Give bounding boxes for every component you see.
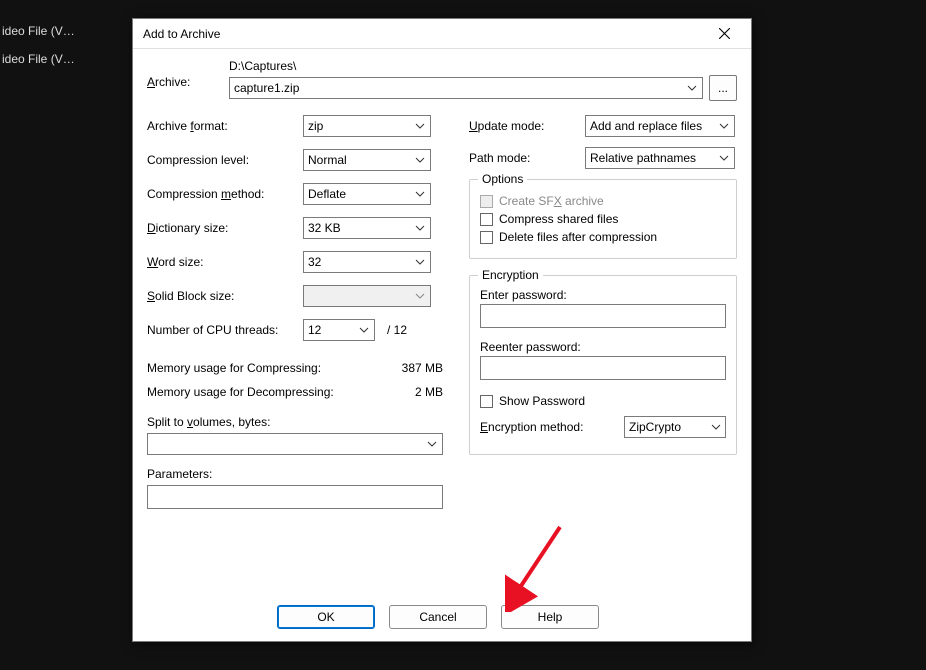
options-legend: Options <box>478 172 527 186</box>
chevron-down-icon <box>716 149 732 167</box>
chevron-down-icon <box>412 117 428 135</box>
archive-filename-input[interactable]: capture1.zip <box>229 77 703 99</box>
chevron-down-icon <box>424 435 440 453</box>
dialog-title: Add to Archive <box>143 27 705 41</box>
cpu-threads-label: Number of CPU threads: <box>147 323 303 337</box>
show-password-label: Show Password <box>499 394 585 408</box>
chevron-down-icon <box>412 151 428 169</box>
update-mode-label: Update mode: <box>469 119 585 133</box>
file-name: ideo File (V… <box>0 24 120 38</box>
cancel-button[interactable]: Cancel <box>389 605 487 629</box>
reenter-password-label: Reenter password: <box>480 340 726 354</box>
enter-password-input[interactable] <box>480 304 726 328</box>
compress-shared-label: Compress shared files <box>499 212 618 226</box>
encryption-method-select[interactable]: ZipCrypto <box>624 416 726 438</box>
cpu-threads-select[interactable]: 12 <box>303 319 375 341</box>
archive-label: Archive: <box>147 59 229 89</box>
compression-level-select[interactable]: Normal <box>303 149 431 171</box>
split-volumes-input[interactable] <box>147 433 443 455</box>
titlebar: Add to Archive <box>133 19 751 49</box>
word-size-label: Word size: <box>147 255 303 269</box>
mem-compress-value: 387 MB <box>402 361 443 375</box>
enter-password-label: Enter password: <box>480 288 726 302</box>
compress-shared-checkbox[interactable] <box>480 213 493 226</box>
word-size-select[interactable]: 32 <box>303 251 431 273</box>
chevron-down-icon <box>412 253 428 271</box>
chevron-down-icon <box>412 219 428 237</box>
reenter-password-input[interactable] <box>480 356 726 380</box>
chevron-down-icon <box>412 287 428 305</box>
compression-method-label: Compression method: <box>147 187 303 201</box>
delete-after-checkbox[interactable] <box>480 231 493 244</box>
chevron-down-icon <box>356 321 372 339</box>
mem-decompress-label: Memory usage for Decompressing: <box>147 385 334 399</box>
chevron-down-icon <box>684 79 700 97</box>
sfx-checkbox <box>480 195 493 208</box>
compression-level-label: Compression level: <box>147 153 303 167</box>
split-volumes-label: Split to volumes, bytes: <box>147 415 443 429</box>
show-password-checkbox[interactable] <box>480 395 493 408</box>
archive-format-label: Archive format: <box>147 119 303 133</box>
sfx-label: Create SFX archive <box>499 194 604 208</box>
close-icon <box>719 28 730 39</box>
encryption-legend: Encryption <box>478 268 543 282</box>
solid-block-size-label: Solid Block size: <box>147 289 303 303</box>
browse-button[interactable]: ... <box>709 75 737 101</box>
mem-decompress-value: 2 MB <box>415 385 443 399</box>
mem-compress-label: Memory usage for Compressing: <box>147 361 321 375</box>
cpu-threads-total: / 12 <box>387 323 407 337</box>
help-button[interactable]: Help <box>501 605 599 629</box>
close-button[interactable] <box>705 20 743 48</box>
archive-path: D:\Captures\ <box>229 59 737 73</box>
delete-after-label: Delete files after compression <box>499 230 657 244</box>
chevron-down-icon <box>716 117 732 135</box>
encryption-method-label: Encryption method: <box>480 420 583 434</box>
solid-block-size-select <box>303 285 431 307</box>
chevron-down-icon <box>412 185 428 203</box>
compression-method-select[interactable]: Deflate <box>303 183 431 205</box>
encryption-group: Encryption Enter password: Reenter passw… <box>469 275 737 455</box>
add-to-archive-dialog: Add to Archive Archive: D:\Captures\ cap… <box>132 18 752 642</box>
ok-button[interactable]: OK <box>277 605 375 629</box>
archive-filename-value: capture1.zip <box>234 81 299 95</box>
file-name: ideo File (V… <box>0 52 120 66</box>
update-mode-select[interactable]: Add and replace files <box>585 115 735 137</box>
path-mode-select[interactable]: Relative pathnames <box>585 147 735 169</box>
parameters-input[interactable] <box>147 485 443 509</box>
archive-format-select[interactable]: zip <box>303 115 431 137</box>
chevron-down-icon <box>709 418 723 436</box>
dictionary-size-select[interactable]: 32 KB <box>303 217 431 239</box>
path-mode-label: Path mode: <box>469 151 585 165</box>
options-group: Options Create SFX archive Compress shar… <box>469 179 737 259</box>
dictionary-size-label: Dictionary size: <box>147 221 303 235</box>
parameters-label: Parameters: <box>147 467 443 481</box>
